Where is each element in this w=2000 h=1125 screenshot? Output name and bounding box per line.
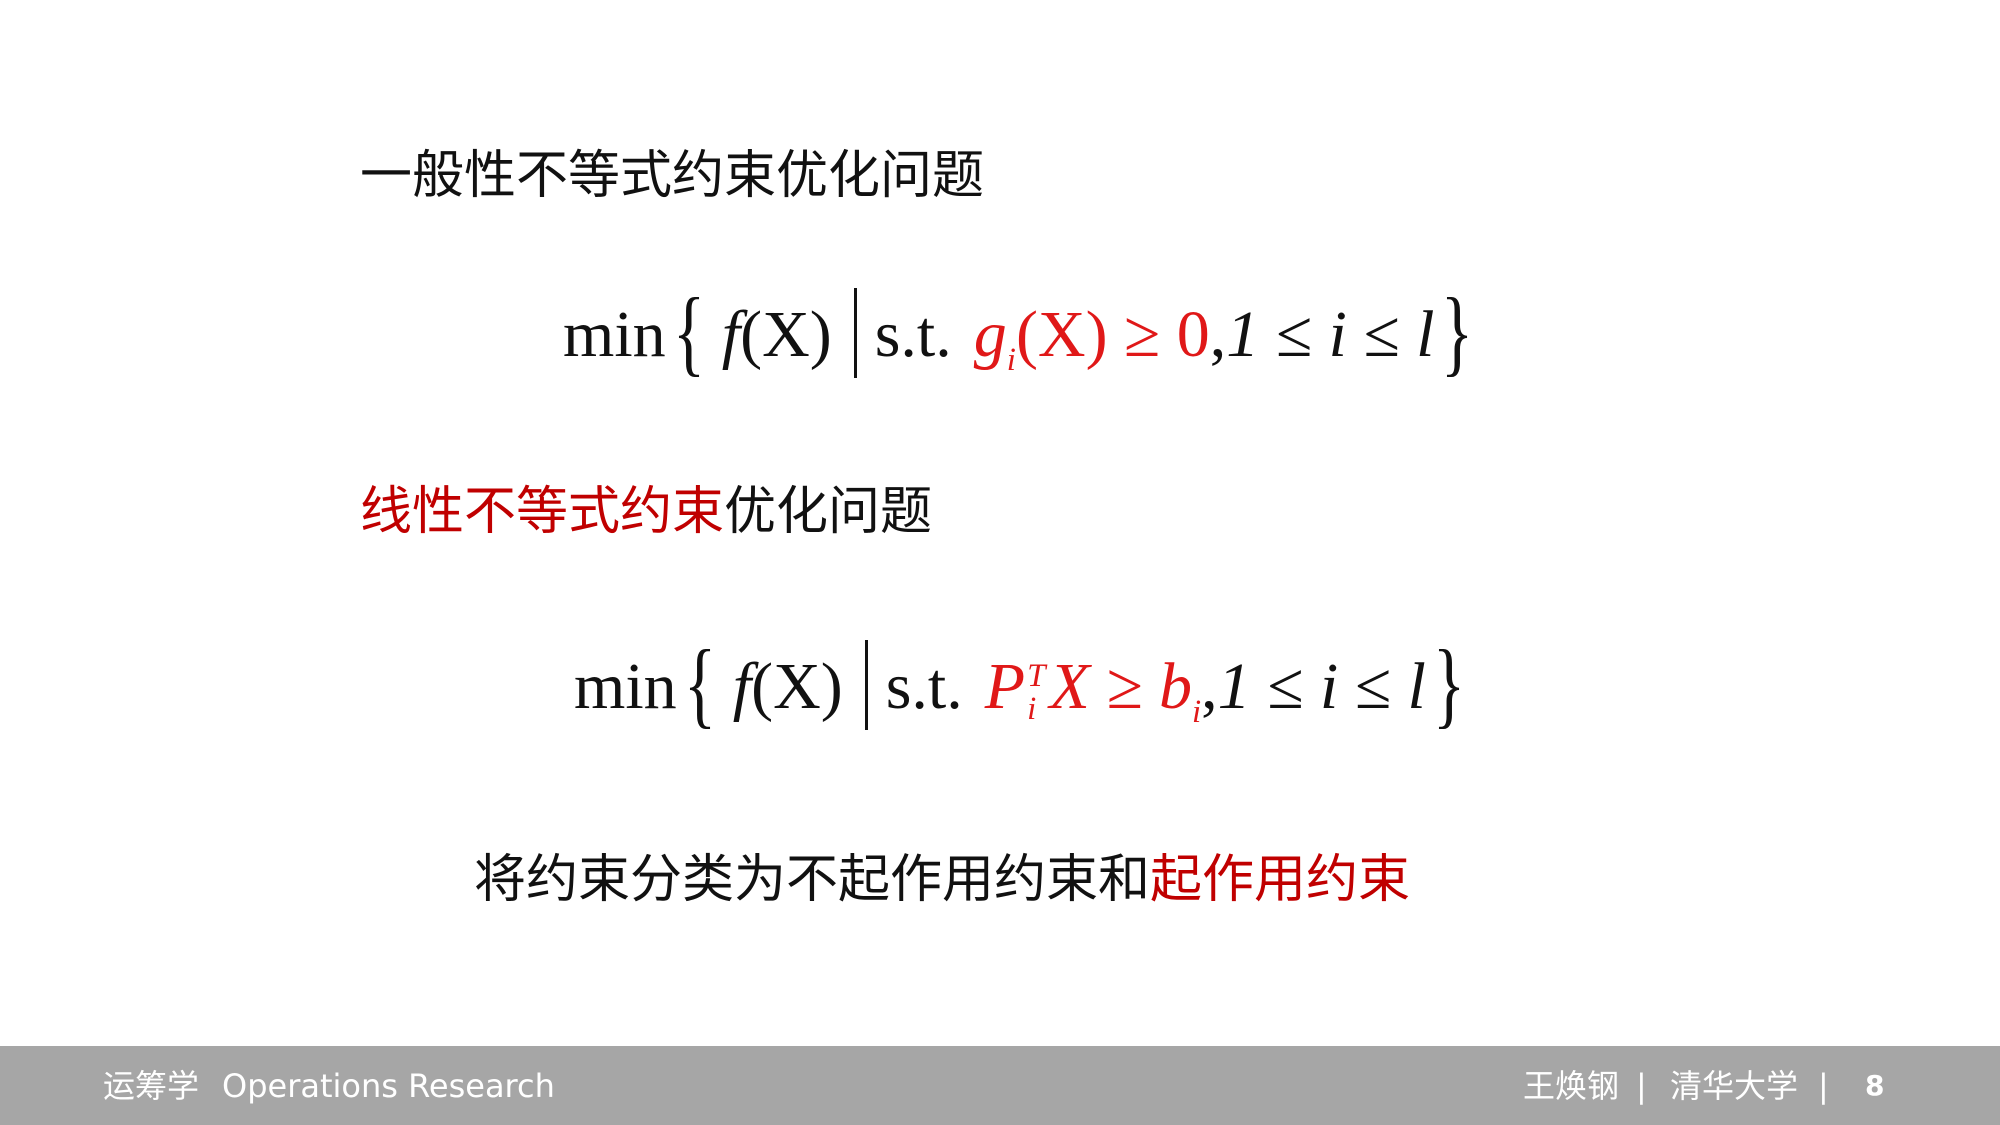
footer-course-en: Operations Research xyxy=(222,1067,555,1105)
objective-args: (X) xyxy=(740,298,832,371)
formula-general: min{f(X) s.t. gi(X) ≥ 0,1 ≤ i ≤ l} xyxy=(563,284,1480,380)
subject-to: s.t. xyxy=(885,650,963,723)
heading-linear-red: 线性不等式约束 xyxy=(360,482,725,542)
index-range: 1 ≤ i ≤ l xyxy=(1217,650,1426,723)
range-separator: , xyxy=(1209,298,1227,371)
formula-linear: min{f(X) s.t. P Ti X ≥ bi,1 ≤ i ≤ l} xyxy=(574,636,1472,732)
heading-linear-inequality: 线性不等式约束优化问题 xyxy=(360,486,932,538)
close-brace: } xyxy=(1441,278,1474,385)
footer-separator: | xyxy=(1818,1067,1829,1105)
footer-bar: 运筹学 Operations Research 王焕钢 | 清华大学 | 8 xyxy=(0,1046,2000,1125)
range-separator: , xyxy=(1201,650,1218,723)
min-operator: min xyxy=(563,298,666,371)
statement-black: 将约束分类为不起作用约束和 xyxy=(474,850,1151,910)
page-number: 8 xyxy=(1865,1069,1885,1102)
objective-args: (X) xyxy=(751,650,843,723)
index-range: 1 ≤ i ≤ l xyxy=(1226,298,1435,371)
constraint-classification-statement: 将约束分类为不起作用约束和起作用约束 xyxy=(474,854,1410,906)
set-divider xyxy=(853,288,857,378)
open-brace: { xyxy=(672,278,705,385)
constraint-linear: PTiX ≥ bi xyxy=(984,650,1202,731)
close-brace: } xyxy=(1432,630,1465,737)
heading-linear-rest: 优化问题 xyxy=(724,482,933,542)
subject-to: s.t. xyxy=(874,298,952,371)
constraint-general: gi(X) ≥ 0 xyxy=(973,298,1210,379)
open-brace: { xyxy=(683,630,716,737)
footer-author: 王焕钢 xyxy=(1523,1067,1620,1105)
heading-general-inequality: 一般性不等式约束优化问题 xyxy=(360,146,985,206)
objective-f: f xyxy=(732,650,752,723)
footer-separator: | xyxy=(1636,1067,1647,1105)
min-operator: min xyxy=(574,650,677,723)
footer-course: 运筹学 xyxy=(103,1067,200,1105)
set-divider xyxy=(864,640,868,730)
footer-university: 清华大学 xyxy=(1670,1067,1799,1105)
objective-f: f xyxy=(721,298,741,371)
statement-red: 起作用约束 xyxy=(1150,850,1411,910)
